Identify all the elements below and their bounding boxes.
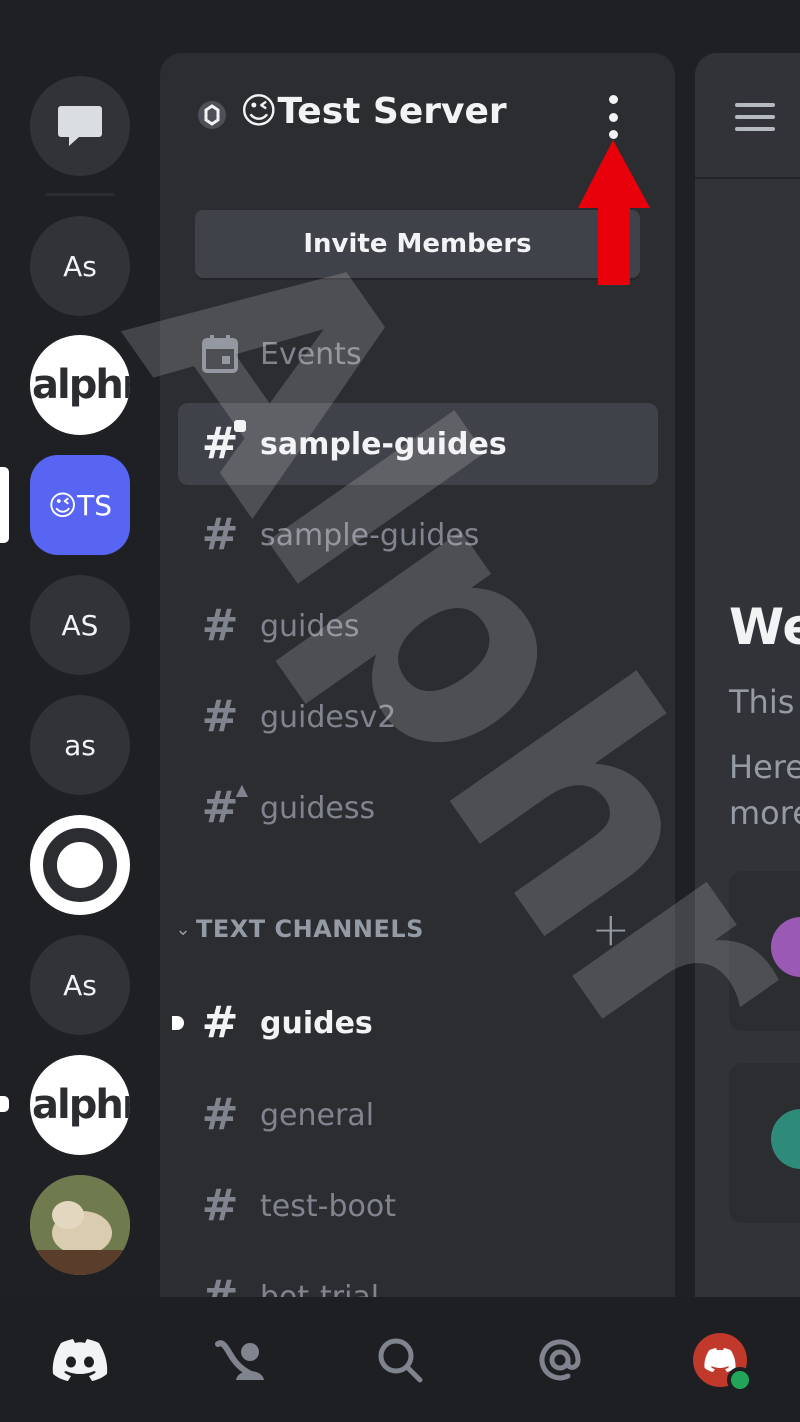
channel-label: general: [260, 1097, 375, 1133]
alphr-logo: alphr: [32, 362, 130, 408]
server-icon[interactable]: As: [30, 935, 130, 1035]
server-icon-alphr[interactable]: alphr: [30, 1055, 130, 1155]
channel-label: sample-guides: [260, 517, 480, 553]
server-initials: 😉TS: [47, 488, 113, 522]
server-icon-photo[interactable]: [30, 1175, 130, 1275]
server-icon-test-server[interactable]: 😉TS: [30, 455, 130, 555]
category-title: TEXT CHANNELS: [196, 915, 424, 943]
hash-icon: #: [201, 1089, 239, 1140]
server-initials: As: [63, 249, 97, 283]
hash-icon: #: [201, 600, 239, 651]
events-item[interactable]: Events: [178, 313, 658, 395]
card-icon: [771, 1109, 800, 1169]
rail-divider: [45, 193, 115, 196]
nav-search[interactable]: [365, 1325, 435, 1395]
hamburger-menu-icon[interactable]: [735, 103, 775, 131]
discord-bot-avatar-icon: [704, 1348, 736, 1372]
server-icon-alphr[interactable]: alphr: [30, 335, 130, 435]
channel-label: guides: [260, 608, 360, 644]
hash-icon: #: [201, 1271, 239, 1298]
server-name: 😉Test Server: [240, 91, 507, 132]
welcome-text: more: [729, 794, 800, 832]
nav-profile[interactable]: [685, 1325, 755, 1395]
nav-friends[interactable]: [205, 1325, 275, 1395]
card-icon: [771, 917, 800, 977]
online-status-dot: [727, 1367, 753, 1393]
server-rail: As alphr 😉TS AS as As alphr: [0, 0, 160, 1297]
channel-item-sample-guides[interactable]: # sample-guides: [178, 494, 658, 576]
nav-mentions[interactable]: [525, 1325, 595, 1395]
channel-item-guidess[interactable]: # ▲ guidess: [178, 767, 658, 849]
hash-icon: #: [201, 997, 239, 1048]
discord-logo-icon: [52, 1339, 108, 1381]
channel-label: guidess: [260, 790, 376, 826]
channel-panel: 😉Test Server Invite Members Events # sam…: [160, 53, 675, 1297]
alphr-logo: alphr: [32, 1082, 130, 1128]
friends-icon: [215, 1340, 264, 1380]
server-icon[interactable]: As: [30, 216, 130, 316]
welcome-text: This: [729, 683, 795, 721]
welcome-card[interactable]: [729, 871, 800, 1031]
server-initials: as: [64, 728, 96, 762]
channel-label: guidesv2: [260, 699, 397, 735]
channel-label: test-boot: [260, 1188, 396, 1224]
more-options-icon[interactable]: [598, 95, 628, 139]
server-initials: As: [63, 968, 97, 1002]
welcome-text: Here: [729, 748, 800, 786]
invite-members-button[interactable]: Invite Members: [195, 210, 640, 278]
channel-item-sample-guides-locked[interactable]: # sample-guides: [178, 403, 658, 485]
server-boost-icon: [198, 101, 226, 129]
channel-item-bot-trial[interactable]: # bot-trial: [178, 1256, 658, 1298]
direct-messages-button[interactable]: [30, 76, 130, 176]
channel-item-guides[interactable]: # guides: [178, 585, 658, 667]
chat-area-peek: We This Here more: [695, 53, 800, 1297]
hash-lock-icon: #: [178, 420, 260, 466]
unread-indicator: [0, 1096, 9, 1112]
channel-item-guidesv2[interactable]: # guidesv2: [178, 676, 658, 758]
server-icon[interactable]: as: [30, 695, 130, 795]
selected-server-indicator: [0, 467, 9, 543]
channel-label: sample-guides: [260, 426, 507, 462]
bottom-nav: [0, 1297, 800, 1422]
chevron-down-icon: ⌄: [175, 918, 191, 940]
server-initials: AS: [61, 608, 99, 642]
server-icon[interactable]: AS: [30, 575, 130, 675]
hash-icon: #: [201, 509, 239, 560]
header-divider: [695, 177, 800, 179]
calendar-icon: [178, 335, 260, 373]
add-channel-icon[interactable]: +: [591, 906, 630, 952]
dog-photo-icon: [30, 1175, 130, 1275]
hash-icon: #: [201, 691, 239, 742]
channel-label: guides: [260, 1005, 373, 1041]
chat-bubble-icon: [58, 106, 102, 146]
hash-warning-icon: # ▲: [201, 780, 248, 833]
channel-item-general[interactable]: # general: [178, 1074, 658, 1156]
channel-label: bot-trial: [260, 1279, 380, 1298]
channel-label: Events: [260, 336, 362, 372]
channel-item-guides-unread[interactable]: # guides: [172, 982, 658, 1064]
welcome-card[interactable]: [729, 1063, 800, 1223]
nav-home[interactable]: [45, 1325, 115, 1395]
channel-item-test-boot[interactable]: # test-boot: [178, 1165, 658, 1247]
server-icon-ring[interactable]: [30, 815, 130, 915]
at-mention-icon: [539, 1339, 581, 1381]
welcome-heading: We: [729, 598, 800, 656]
search-icon: [378, 1338, 423, 1383]
user-avatar: [693, 1333, 753, 1393]
server-header[interactable]: 😉Test Server: [160, 53, 675, 173]
category-text-channels[interactable]: ⌄ TEXT CHANNELS +: [170, 906, 660, 952]
hash-icon: #: [201, 1180, 239, 1231]
